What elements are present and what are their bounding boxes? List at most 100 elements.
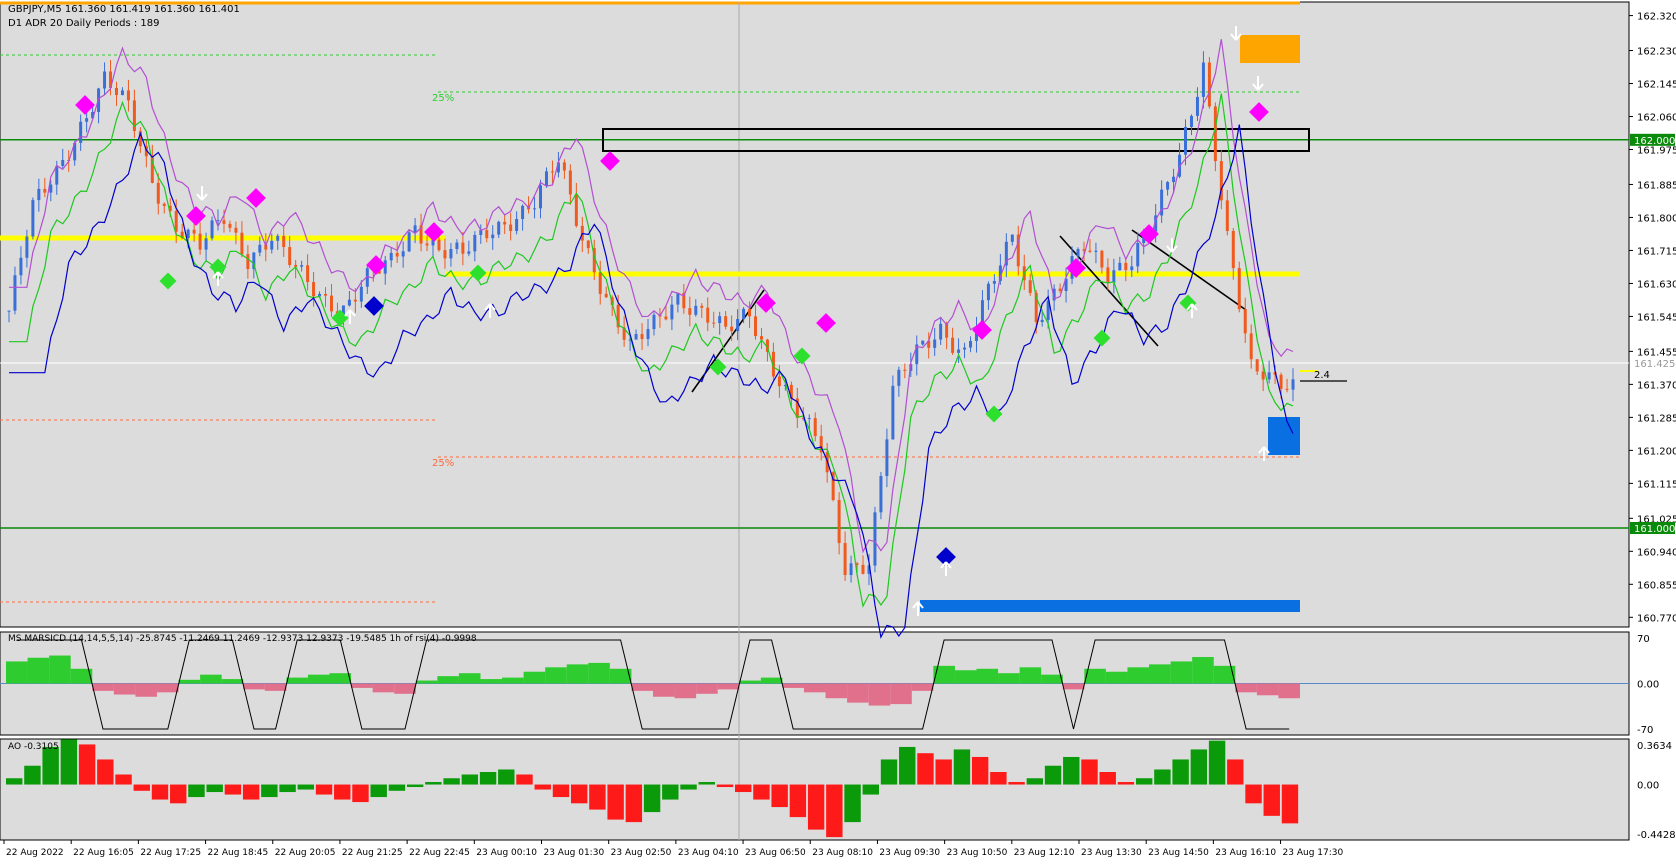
time-tick-label: 23 Aug 01:30 <box>543 848 604 858</box>
ao-bar <box>1008 782 1025 785</box>
candle-body <box>533 208 537 210</box>
macd-bar <box>178 679 201 684</box>
pct-label-upper: 25% <box>432 93 455 104</box>
adr-header: D1 ADR 20 Daily Periods : 189 <box>8 18 160 29</box>
candle-body <box>473 234 477 252</box>
candle-body <box>736 319 740 332</box>
price-tick-label: 162.145 <box>1637 80 1676 91</box>
time-tick-label: 23 Aug 06:50 <box>745 848 806 858</box>
ao-bar <box>370 784 387 798</box>
ao-bar <box>1263 784 1280 816</box>
macd-bar <box>415 680 438 684</box>
macd-bar <box>933 665 955 684</box>
candle-body <box>120 90 124 96</box>
candle-body <box>162 203 166 206</box>
ao-bar <box>315 784 333 795</box>
macd-bar <box>998 673 1020 684</box>
ao-tick-label: -0.4428 <box>1637 830 1676 841</box>
candle-body <box>604 293 608 298</box>
macd-bar <box>49 655 71 684</box>
ao-bar <box>570 784 588 804</box>
ao-bar <box>188 784 205 798</box>
candle-body <box>329 295 333 312</box>
candle-body <box>1088 250 1092 252</box>
price-tick-label: 161.455 <box>1637 347 1676 358</box>
candle-body <box>652 314 656 330</box>
candle-body <box>891 385 895 440</box>
candle-body <box>945 323 949 338</box>
macd-bar <box>890 683 912 705</box>
candle-body <box>353 299 357 302</box>
candle-body <box>485 230 489 239</box>
candle-body <box>586 240 590 249</box>
candle-body <box>25 236 29 258</box>
ao-bar <box>1227 759 1244 785</box>
macd-bar <box>1278 683 1300 699</box>
candle-body <box>347 299 351 306</box>
candle-body <box>312 282 316 297</box>
ao-bar <box>1063 756 1080 785</box>
candle-body <box>742 308 746 320</box>
time-tick-label: 23 Aug 00:10 <box>476 848 537 858</box>
candle-body <box>126 90 130 101</box>
candle-body <box>198 233 202 250</box>
candle-body <box>19 257 23 276</box>
macd-bar <box>1213 665 1236 684</box>
candle-body <box>467 251 471 254</box>
candle-body <box>897 369 901 386</box>
price-tick-label: 161.975 <box>1637 146 1676 157</box>
macd-bar <box>243 683 265 690</box>
macd-bar <box>437 676 459 684</box>
ao-bar <box>224 784 242 795</box>
candle-body <box>539 185 543 209</box>
ao-bar <box>151 784 169 800</box>
time-tick-label: 23 Aug 14:50 <box>1148 848 1209 858</box>
macd-bar <box>717 683 740 690</box>
candle-body <box>676 292 680 305</box>
price-tick-label: 161.630 <box>1637 279 1676 290</box>
demand-box-bottom <box>920 600 1300 612</box>
ao-bar <box>899 746 916 785</box>
candle-body <box>31 200 35 237</box>
candle-body <box>1207 62 1211 107</box>
ao-bar <box>334 784 351 800</box>
candle-body <box>521 205 525 219</box>
ao-bar <box>133 784 150 791</box>
macd-bar <box>264 683 287 691</box>
price-tick-label: 161.715 <box>1637 246 1676 257</box>
macd-bar <box>523 671 546 684</box>
candle-body <box>383 260 387 274</box>
price-tick-label: 161.370 <box>1637 380 1676 391</box>
macd-bar <box>27 657 50 684</box>
ao-bar <box>807 784 825 830</box>
candle-body <box>849 563 853 576</box>
price-tick-label: 162.230 <box>1637 47 1676 58</box>
ao-bar <box>1026 778 1044 785</box>
ao-bar <box>589 784 606 810</box>
time-tick-label: 22 Aug 20:05 <box>275 848 336 858</box>
candle-body <box>37 188 41 201</box>
ao-bar <box>607 784 624 820</box>
ao-bar <box>479 771 497 785</box>
candle-body <box>222 220 226 224</box>
candle-body <box>1279 374 1283 389</box>
candle-body <box>437 239 441 251</box>
macd-bar <box>631 683 653 691</box>
price-tick-label: 162.320 <box>1637 12 1676 23</box>
chart-canvas[interactable]: 162.320 162.230 162.145 162.060 161.975 161.8… <box>0 0 1676 867</box>
chart-window: 162.320 162.230 162.145 162.060 161.975 161.8… <box>0 0 1676 867</box>
candle-body <box>562 162 566 171</box>
macd-bar <box>372 683 395 693</box>
level-label-2: 161.425 <box>1634 359 1675 370</box>
candle-body <box>694 305 698 315</box>
candle-body <box>1255 359 1259 372</box>
ao-bar <box>716 784 734 788</box>
ao-bar <box>771 784 788 808</box>
macd-bar <box>6 661 28 684</box>
ao-bar <box>862 784 879 795</box>
macd-tick-label: 70 <box>1637 634 1650 645</box>
ao-bar <box>643 784 661 813</box>
candle-body <box>395 252 399 257</box>
candle-body <box>288 247 292 265</box>
candle-body <box>443 250 447 259</box>
